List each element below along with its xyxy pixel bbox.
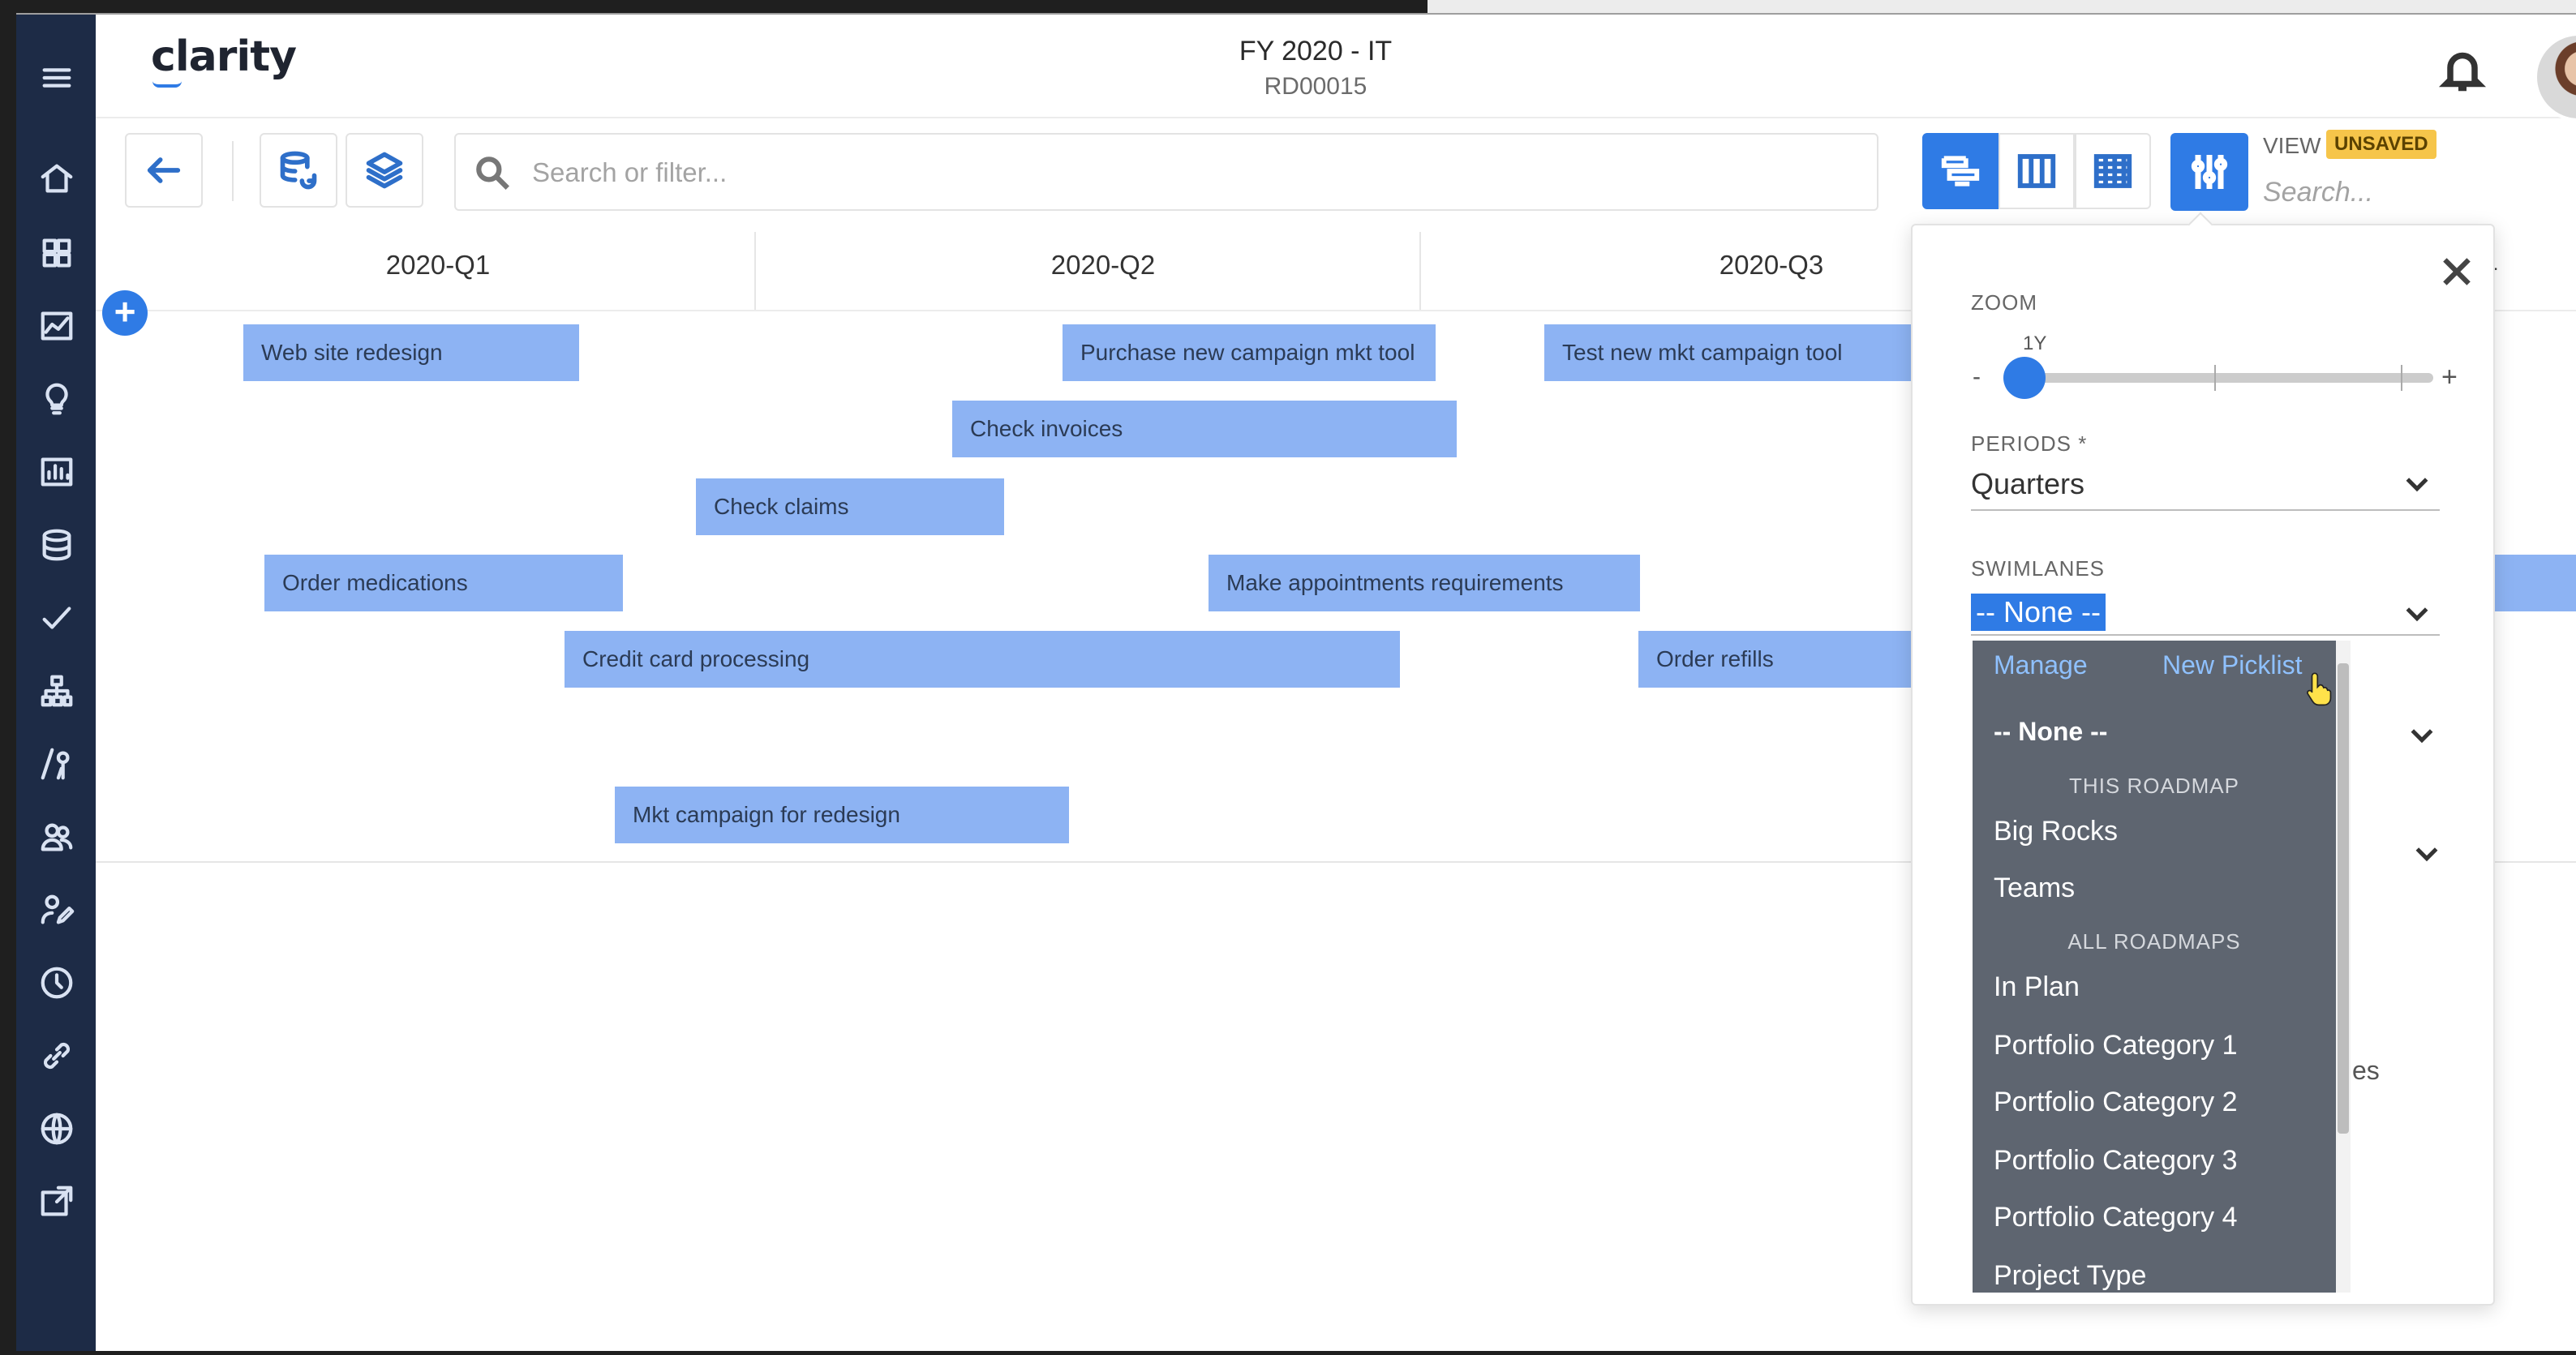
home-icon[interactable] (36, 157, 78, 199)
option-teams[interactable]: Teams (1994, 873, 2075, 904)
timeline-view-icon (1941, 156, 1980, 187)
zoom-slider-handle[interactable] (2003, 357, 2046, 399)
view-settings-button[interactable] (2170, 133, 2248, 211)
zoom-minus[interactable]: - (1973, 363, 1981, 391)
swimlanes-select[interactable]: -- None -- (1971, 589, 2440, 636)
menu-icon[interactable] (36, 57, 78, 99)
bar-chart-icon[interactable] (36, 451, 78, 493)
lightbulb-icon[interactable] (36, 378, 78, 420)
grid-icon (2093, 154, 2132, 188)
hierarchy-icon[interactable] (36, 670, 78, 712)
option-portfolio-category-3[interactable]: Portfolio Category 3 (1994, 1145, 2238, 1177)
zoom-value: 1Y (2023, 332, 2047, 354)
periods-label: PERIODS * (1971, 431, 2088, 456)
layers-icon (366, 152, 403, 189)
avatar[interactable] (2534, 32, 2576, 122)
periods-value: Quarters (1971, 467, 2085, 500)
clarity-logo[interactable]: clarity (151, 32, 297, 81)
swimlanes-label: SWIMLANES (1971, 556, 2106, 581)
chevron-down-icon[interactable] (2406, 718, 2438, 751)
swimlanes-dropdown: Manage New Picklist -- None -- THIS ROAD… (1973, 641, 2336, 1293)
close-icon[interactable] (2436, 251, 2477, 292)
option-none[interactable]: -- None -- (1994, 717, 2107, 747)
roadmap-bar[interactable]: Check invoices (952, 401, 1457, 457)
unsaved-badge: UNSAVED (2326, 130, 2436, 159)
user-edit-icon[interactable] (36, 889, 78, 931)
notification-bell-icon[interactable] (2438, 45, 2487, 94)
roadmap-bar[interactable]: Mkt campaign for redesign (615, 787, 1069, 843)
sidebar (16, 15, 96, 1351)
option-in-plan[interactable]: In Plan (1994, 971, 2080, 1003)
zoom-label: ZOOM (1971, 290, 2037, 315)
arrow-left-icon (147, 157, 181, 183)
zoom-plus[interactable]: + (2441, 362, 2458, 393)
group-this-roadmap: THIS ROADMAP (2069, 774, 2239, 798)
period-divider (754, 232, 756, 310)
search-box[interactable] (454, 133, 1878, 211)
globe-icon[interactable] (36, 1108, 78, 1150)
dropdown-scrollbar-thumb[interactable] (2338, 663, 2349, 1134)
option-portfolio-category-4[interactable]: Portfolio Category 4 (1994, 1202, 2238, 1233)
top-strip (1428, 0, 2576, 13)
database-icon[interactable] (36, 524, 78, 566)
option-portfolio-category-1[interactable]: Portfolio Category 1 (1994, 1030, 2238, 1061)
view-label: VIEW (2263, 133, 2321, 158)
logo-swoosh (152, 81, 182, 88)
zoom-slider-track[interactable] (2020, 373, 2433, 383)
periods-select[interactable]: Quarters (1971, 459, 2440, 511)
period-header: 2020-Q3 (1719, 250, 1824, 280)
chevron-down-icon[interactable] (2411, 837, 2443, 869)
group-all-roadmaps: ALL ROADMAPS (2067, 929, 2241, 954)
external-icon[interactable] (36, 1181, 78, 1223)
hand-cursor-icon (2307, 672, 2332, 706)
roadmap-bar[interactable]: Web site redesign (243, 324, 579, 381)
search-icon (476, 157, 509, 190)
page-title: FY 2020 - IT (1239, 36, 1393, 66)
period-divider (1419, 232, 1421, 310)
option-big-rocks[interactable]: Big Rocks (1994, 816, 2118, 847)
sliders-icon (2191, 155, 2228, 189)
chevron-down-icon (2401, 597, 2433, 629)
roadmap-icon[interactable] (36, 743, 78, 785)
roadmap-bar[interactable]: Credit card processing (565, 631, 1400, 688)
link-icon[interactable] (36, 1035, 78, 1077)
option-project-type[interactable]: Project Type (1994, 1260, 2146, 1292)
chevron-down-icon (2401, 467, 2433, 500)
option-portfolio-category-2[interactable]: Portfolio Category 2 (1994, 1087, 2238, 1118)
app-window: clarity FY 2020 - IT RD00015 VIEW UNSAVE… (16, 13, 2576, 1351)
clock-icon[interactable] (36, 962, 78, 1004)
grid-view-button[interactable] (2075, 133, 2151, 209)
roadmap-bar[interactable]: Purchase new campaign mkt tool (1063, 324, 1436, 381)
roadmap-bar[interactable]: Make appointments requirements (1209, 555, 1640, 611)
toolbar-divider (232, 141, 234, 201)
layers-button[interactable] (346, 133, 423, 208)
search-input[interactable] (532, 151, 1830, 195)
zoom-tick (2214, 365, 2216, 391)
new-picklist-link[interactable]: New Picklist (2162, 650, 2302, 680)
period-header: 2020-Q2 (1050, 250, 1156, 280)
header: clarity FY 2020 - IT RD00015 (96, 15, 2576, 122)
roadmap-bar[interactable]: Check claims (696, 478, 1004, 535)
board-view-button[interactable] (1999, 133, 2075, 209)
roadmap-bar[interactable]: Order refills (1638, 631, 1914, 688)
view-search-input[interactable] (2263, 172, 2571, 212)
roadmap-bar[interactable]: Test new mkt campaign tool (1544, 324, 1917, 381)
page-id: RD00015 (1264, 73, 1367, 100)
users-icon[interactable] (36, 816, 78, 858)
checkmark-icon[interactable] (36, 597, 78, 639)
timeline-view-button[interactable] (1922, 133, 1999, 209)
manage-link[interactable]: Manage (1994, 650, 2088, 680)
back-button[interactable] (125, 133, 203, 208)
partial-label: es (2352, 1056, 2380, 1085)
roadmap-bar[interactable]: Order medications (264, 555, 623, 611)
zoom-tick (2401, 365, 2402, 391)
dashboard-icon[interactable] (36, 232, 78, 274)
swimlanes-value: -- None -- (1971, 594, 2106, 631)
add-item-button[interactable]: + (102, 290, 148, 336)
columns-icon (2017, 154, 2056, 188)
chart-icon[interactable] (36, 305, 78, 347)
period-header: 2020-Q1 (385, 250, 491, 280)
refresh-data-button[interactable] (260, 133, 337, 208)
database-refresh-icon (280, 151, 317, 190)
